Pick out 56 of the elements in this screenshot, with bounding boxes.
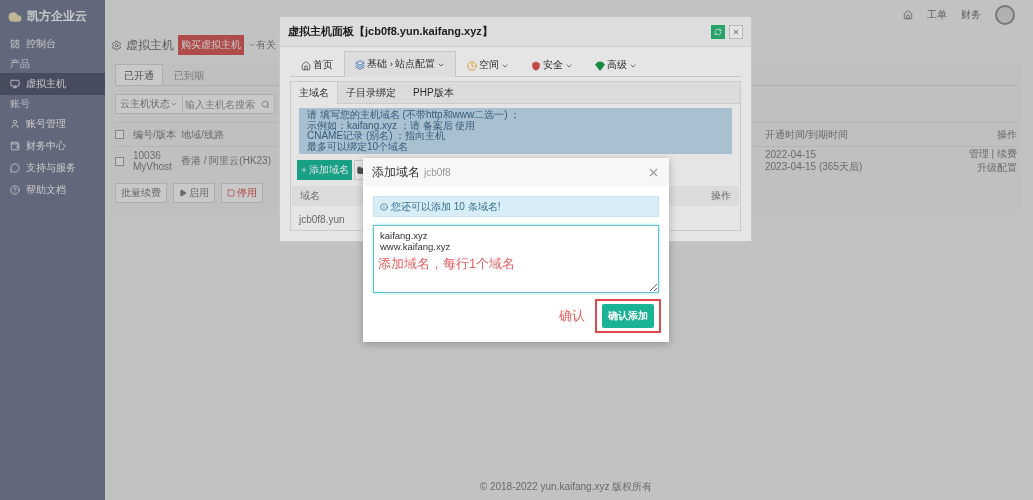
tab[interactable]: 已到期 <box>165 64 213 85</box>
info-text: CNAME记录 (别名) ：指向主机 <box>307 131 447 141</box>
action-link[interactable]: 管理 | 续费 <box>968 147 1017 161</box>
help-link[interactable]: 有关 <box>248 38 276 52</box>
search-field[interactable]: 云主机状态 输入主机名搜索 <box>115 94 275 114</box>
sub-tab[interactable]: PHP版本 <box>405 82 463 104</box>
info-text: 请 填写您的主机域名 (不带http和www二选一) ； <box>307 110 522 120</box>
table-cell-text: 2023-04-15 (365天后) <box>765 159 864 174</box>
sidebar-item[interactable]: 虚拟主机 <box>0 73 105 95</box>
table-cell: jcb0f8.yun <box>299 214 345 225</box>
sidebar-item[interactable]: 控制台 <box>0 33 105 55</box>
column-header: 编号/版本 <box>133 127 176 142</box>
sub-tab[interactable]: 子目录绑定 <box>338 82 405 104</box>
tab[interactable]: 已开通 <box>115 64 163 85</box>
annotation-text: 确认 <box>559 307 585 325</box>
nav-tab[interactable]: 基础 › 站点配置 <box>344 51 457 77</box>
footer-text: © 2018-2022 yun.kaifang.xyz 版权所有 <box>478 480 654 494</box>
sidebar-item[interactable]: 账号管理 <box>0 113 105 135</box>
dialog-subtitle: jcb0f8 <box>424 166 452 178</box>
bulk-action-button[interactable]: 批量续费 <box>115 183 167 203</box>
bulk-action-button[interactable]: 启用 <box>173 183 215 203</box>
sidebar-heading: 产品 <box>9 57 31 71</box>
panel-title: 虚拟主机面板【jcb0f8.yun.kaifang.xyz】 <box>288 24 494 39</box>
action-link[interactable]: 升级配置 <box>977 161 1017 175</box>
alert-text: 您还可以添加 10 条域名! <box>391 199 501 214</box>
status-dropdown[interactable]: 云主机状态 <box>116 97 183 111</box>
sub-tab[interactable]: 主域名 <box>291 82 338 104</box>
top-link[interactable]: 财务 <box>961 8 981 22</box>
annotation-text: 添加域名，每行1个域名 <box>378 255 516 273</box>
column-header: 域名 <box>300 189 320 203</box>
sidebar-heading: 账号 <box>9 97 31 111</box>
brand-name: 凯方企业云 <box>27 8 87 25</box>
bulk-action-button[interactable]: 停用 <box>221 183 263 203</box>
table-cell-text: MyVhost <box>133 161 173 172</box>
column-header: 地域/线路 <box>181 127 224 142</box>
nav-tab[interactable]: 空间 <box>456 54 521 76</box>
add-domain-button[interactable]: 添加域名 <box>297 160 352 180</box>
info-text: 示例如：kaifang.xyz ；请 备案后 使用 <box>307 120 477 131</box>
column-header: 操作 <box>997 127 1017 142</box>
nav-tab[interactable]: 首页 <box>290 54 344 76</box>
confirm-button[interactable]: 确认添加 <box>602 304 654 328</box>
sidebar-item[interactable]: 财务中心 <box>0 135 105 157</box>
sidebar-item[interactable]: 支持与服务 <box>0 157 105 179</box>
column-header: 操作 <box>711 189 731 203</box>
nav-tab[interactable]: 高级 <box>584 54 649 76</box>
nav-tab[interactable]: 安全 <box>520 54 585 76</box>
sidebar-item[interactable]: 帮助文档 <box>0 179 105 201</box>
top-link[interactable]: 工单 <box>927 8 947 22</box>
info-text: 最多可以绑定10个域名 <box>307 141 409 152</box>
buy-button[interactable]: 购买虚拟主机 <box>178 35 244 55</box>
table-cell-text: 10036 <box>133 150 162 161</box>
page-title: 虚拟主机 <box>126 36 174 54</box>
column-header: 开通时间/到期时间 <box>765 127 848 142</box>
table-cell: 香港 / 阿里云(HK23) <box>181 154 271 168</box>
dialog-title: 添加域名 <box>372 163 420 181</box>
table-cell-text: 2022-04-15 <box>765 148 818 160</box>
